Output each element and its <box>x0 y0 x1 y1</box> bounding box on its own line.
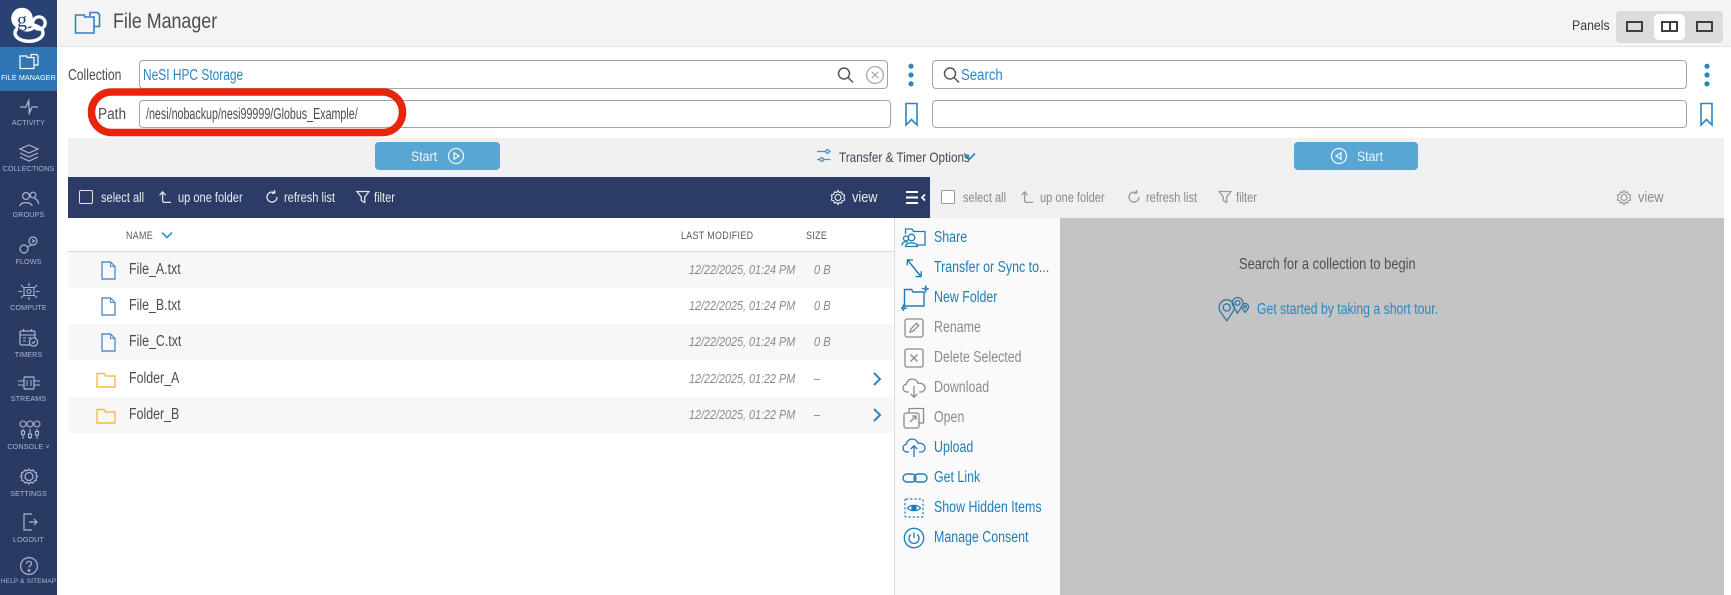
svg-text:g: g <box>17 10 27 32</box>
